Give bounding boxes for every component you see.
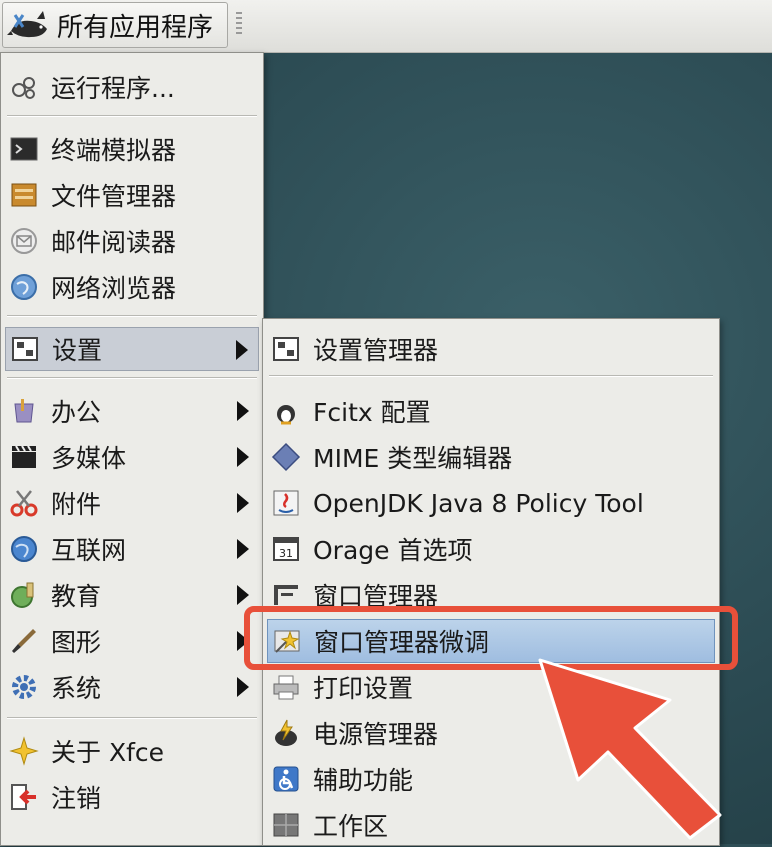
menu-item-graphics[interactable]: 图形 [5, 619, 259, 663]
xfce-mouse-logo-icon [7, 11, 47, 38]
menu-item-internet[interactable]: 互联网 [5, 527, 259, 571]
java-policy-icon [273, 490, 299, 516]
submenu-item-mime-editor[interactable]: MIME 类型编辑器 [267, 435, 715, 479]
submenu-item-label: 工作区 [313, 812, 389, 841]
menu-separator [7, 115, 257, 117]
menu-item-web-browser[interactable]: 网络浏览器 [5, 265, 259, 309]
internet-icon [11, 536, 37, 562]
menu-item-mail-reader[interactable]: 邮件阅读器 [5, 219, 259, 263]
graphics-icon [12, 629, 36, 653]
submenu-item-label: OpenJDK Java 8 Policy Tool [313, 488, 644, 518]
submenu-arrow-icon [237, 493, 249, 513]
submenu-item-settings-manager[interactable]: 设置管理器 [267, 327, 715, 371]
power-manager-icon [275, 719, 297, 746]
system-icon [12, 675, 36, 699]
submenu-item-label: Orage 首选项 [313, 536, 473, 565]
submenu-arrow-icon [236, 340, 248, 360]
submenu-arrow-icon [237, 677, 249, 697]
menu-item-terminal[interactable]: 终端模拟器 [5, 127, 259, 171]
menu-item-multimedia[interactable]: 多媒体 [5, 435, 259, 479]
submenu-arrow-icon [237, 539, 249, 559]
menu-item-file-manager[interactable]: 文件管理器 [5, 173, 259, 217]
submenu-arrow-icon [237, 447, 249, 467]
menu-item-system[interactable]: 系统 [5, 665, 259, 709]
menu-item-label: 文件管理器 [51, 182, 177, 211]
applications-menu: 运行程序... 终端模拟器 文件管理器 邮件阅读器 网络浏览器 设置 办公 多媒… [0, 52, 264, 846]
printer-icon [273, 675, 299, 700]
menu-item-label: 教育 [51, 582, 102, 611]
mail-icon [11, 228, 37, 254]
web-browser-icon [11, 274, 37, 300]
submenu-item-label: 电源管理器 [313, 720, 439, 749]
menu-item-label: 设置 [52, 336, 103, 365]
menu-item-education[interactable]: 教育 [5, 573, 259, 617]
submenu-item-label: Fcitx 配置 [313, 398, 431, 427]
svg-text:31: 31 [279, 547, 293, 560]
file-manager-icon [11, 183, 37, 207]
menu-item-label: 图形 [51, 628, 102, 657]
menu-item-about-xfce[interactable]: 关于 Xfce [5, 729, 259, 773]
calendar-icon: 31 [273, 537, 299, 561]
accessibility-icon [273, 766, 299, 792]
menu-item-label: 网络浏览器 [51, 274, 177, 303]
menu-item-label: 多媒体 [51, 444, 127, 473]
menu-item-label: 注销 [51, 784, 102, 813]
menu-item-label: 系统 [51, 674, 102, 703]
submenu-item-java-policy-tool[interactable]: OpenJDK Java 8 Policy Tool [267, 481, 715, 525]
settings-manager-icon [273, 337, 299, 361]
terminal-icon [10, 137, 38, 161]
submenu-item-label: 打印设置 [313, 674, 414, 703]
menu-item-logout[interactable]: 注销 [5, 775, 259, 819]
menu-item-office[interactable]: 办公 [5, 389, 259, 433]
menu-item-run-program[interactable]: 运行程序... [5, 65, 259, 109]
menu-item-label: 关于 Xfce [51, 738, 165, 767]
menu-item-label: 邮件阅读器 [51, 228, 177, 257]
run-program-icon [12, 77, 35, 99]
menu-separator [7, 315, 257, 317]
menu-separator [7, 377, 257, 379]
settings-icon [12, 337, 38, 361]
submenu-item-label: 设置管理器 [313, 336, 439, 365]
menu-item-label: 附件 [51, 490, 102, 519]
applications-menu-button[interactable]: 所有应用程序 [2, 2, 228, 48]
menu-separator [269, 375, 713, 377]
about-icon [9, 736, 39, 766]
workspace-icon [273, 813, 299, 837]
submenu-arrow-icon [237, 401, 249, 421]
menu-separator [7, 717, 257, 719]
fcitx-icon [277, 405, 295, 425]
annotation-arrow-icon [538, 658, 722, 840]
logout-icon [11, 784, 36, 810]
applications-menu-label: 所有应用程序 [57, 12, 214, 43]
menu-item-accessories[interactable]: 附件 [5, 481, 259, 525]
menu-item-label: 运行程序... [51, 74, 175, 103]
office-icon [14, 399, 34, 423]
submenu-item-label: 辅助功能 [313, 766, 414, 795]
education-icon [11, 582, 34, 608]
top-panel: 所有应用程序 [0, 0, 772, 53]
mime-editor-icon [271, 442, 301, 472]
menu-item-label: 办公 [51, 398, 102, 427]
menu-item-label: 终端模拟器 [51, 136, 177, 165]
accessories-icon [10, 490, 38, 517]
menu-item-settings[interactable]: 设置 [5, 327, 259, 371]
submenu-item-orage-preferences[interactable]: 31 Orage 首选项 [267, 527, 715, 571]
panel-grip-handle[interactable] [236, 12, 242, 36]
multimedia-icon [12, 445, 36, 468]
submenu-item-label: MIME 类型编辑器 [313, 444, 513, 473]
submenu-item-fcitx-config[interactable]: Fcitx 配置 [267, 389, 715, 433]
submenu-arrow-icon [237, 585, 249, 605]
menu-item-label: 互联网 [51, 536, 127, 565]
